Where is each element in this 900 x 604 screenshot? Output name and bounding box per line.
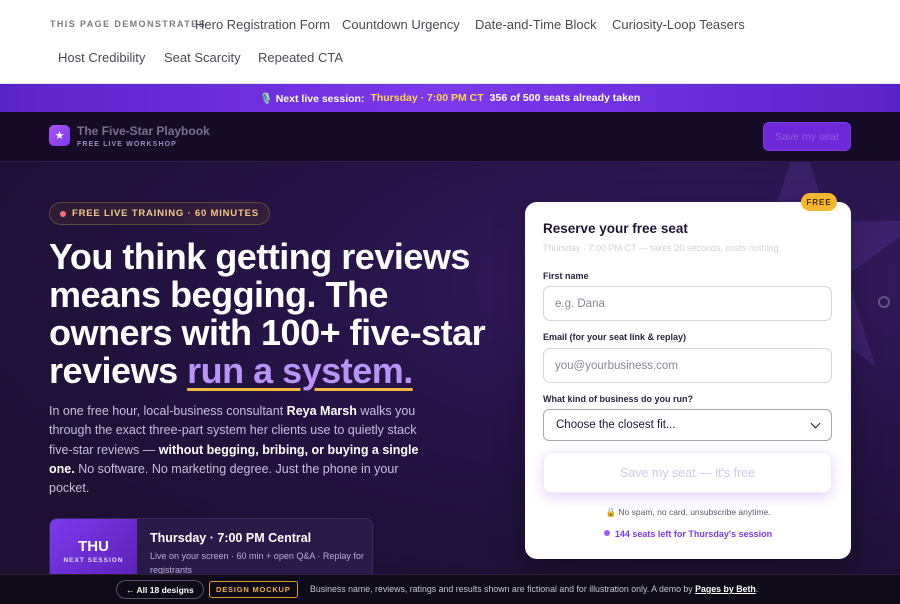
session-detail: Live on your screen · 60 min + open Q&A …	[150, 551, 364, 574]
demo-link-date-time[interactable]: Date-and-Time Block	[475, 17, 597, 32]
business-type-select[interactable]: Choose the closest fit...	[543, 409, 832, 441]
seats-left-text: 144 seats left for Thursday's session	[614, 529, 773, 539]
disclaimer-period: .	[755, 584, 759, 594]
headline-highlight: run a system.	[187, 350, 413, 391]
site-header: ★ The Five-Star Playbook FREE LIVE WORKS…	[0, 112, 900, 162]
accessibility-icon[interactable]	[878, 296, 890, 308]
badge-text: FREE LIVE TRAINING · 60 MINUTES	[72, 208, 259, 219]
demo-link-hero-form[interactable]: Hero Registration Form	[195, 17, 330, 32]
disclaimer: Business name, reviews, ratings and resu…	[310, 584, 758, 594]
seats-dot-icon	[603, 530, 610, 536]
brand-tagline: FREE LIVE WORKSHOP	[77, 141, 177, 148]
disclaimer-text: Business name, reviews, ratings and resu…	[310, 584, 693, 594]
first-name-input[interactable]	[543, 286, 832, 321]
session-day-block: THU NEXT SESSION	[50, 519, 137, 574]
subcopy-part: In one free hour, local-business consult…	[49, 404, 284, 418]
star-icon: ★	[49, 125, 70, 146]
email-input[interactable]	[543, 348, 832, 383]
registration-form: Reserve your free seat Thursday · 7:00 P…	[525, 202, 851, 559]
session-day: THU	[78, 538, 109, 555]
promo-prefix: 🎙️ Next live session:	[259, 92, 365, 105]
subcopy-part: No software. No marketing degree. Just t…	[49, 461, 399, 496]
chevron-down-icon	[810, 418, 821, 428]
demo-link-repeated-cta[interactable]: Repeated CTA	[258, 50, 343, 65]
demo-footer: ← All 18 designs DESIGN MOCKUP Business …	[0, 574, 900, 604]
demo-link-seat-scarcity[interactable]: Seat Scarcity	[164, 50, 241, 65]
form-title: Reserve your free seat	[543, 221, 688, 236]
business-type-value: Choose the closest fit...	[556, 419, 676, 431]
hero-section: FREE LIVE TRAINING · 60 MINUTES You thin…	[0, 162, 900, 574]
business-type-label: What kind of business do you run?	[543, 394, 693, 404]
session-card: THU NEXT SESSION Thursday · 7:00 PM Cent…	[49, 518, 373, 574]
free-pill: FREE	[801, 193, 837, 211]
promo-seats: 356 of 500 seats already taken	[489, 92, 641, 104]
training-badge: FREE LIVE TRAINING · 60 MINUTES	[49, 202, 270, 225]
credit-link[interactable]: Pages by Beth	[695, 584, 756, 594]
email-label: Email (for your seat link & replay)	[543, 332, 687, 342]
header-save-seat-button[interactable]: Save my seat	[763, 122, 851, 151]
demo-link-curiosity[interactable]: Curiosity-Loop Teasers	[612, 17, 745, 32]
demo-nav-label: THIS PAGE DEMONSTRATES	[50, 19, 206, 29]
design-mockup-tag: DESIGN MOCKUP	[209, 581, 298, 598]
save-seat-submit-button[interactable]: Save my seat — it's free	[543, 452, 832, 493]
hero-headline: You think getting reviews means begging.…	[49, 238, 499, 390]
brand-name: The Five-Star Playbook	[77, 124, 210, 138]
seats-left-notice: 144 seats left for Thursday's session	[525, 529, 851, 539]
form-subtitle: Thursday · 7:00 PM CT — takes 20 seconds…	[543, 243, 781, 253]
promo-time: Thursday · 7:00 PM CT	[370, 92, 484, 104]
session-title: Thursday · 7:00 PM Central	[150, 531, 312, 545]
demo-link-host-credibility[interactable]: Host Credibility	[58, 50, 145, 65]
first-name-label: First name	[543, 271, 589, 281]
all-designs-button[interactable]: ← All 18 designs	[116, 580, 204, 599]
promo-bar: 🎙️ Next live session: Thursday · 7:00 PM…	[0, 84, 900, 112]
privacy-note: 🔒 No spam, no card, unsubscribe anytime.	[605, 507, 771, 517]
live-dot-icon	[60, 211, 66, 217]
demo-nav: THIS PAGE DEMONSTRATES Hero Registration…	[0, 0, 900, 84]
session-day-sub: NEXT SESSION	[63, 557, 124, 564]
host-name: Reya Marsh	[286, 404, 357, 418]
hero-subcopy: In one free hour, local-business consult…	[49, 402, 419, 498]
demo-link-countdown[interactable]: Countdown Urgency	[342, 17, 460, 32]
